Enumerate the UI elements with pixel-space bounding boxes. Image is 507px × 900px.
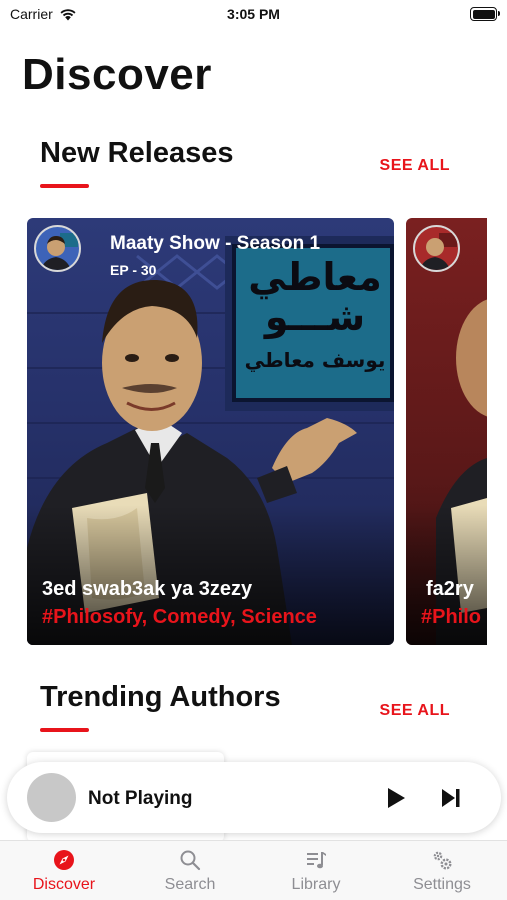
episode-number: EP - 30: [110, 262, 157, 278]
page-title: Discover: [22, 50, 212, 99]
skip-forward-icon[interactable]: [437, 784, 465, 812]
tab-bar: Discover Search Library Settings: [0, 840, 507, 900]
clock: 3:05 PM: [227, 6, 280, 22]
search-icon: [180, 850, 201, 871]
now-playing-artwork: [27, 773, 76, 822]
now-playing-label: Not Playing: [88, 788, 193, 809]
play-icon[interactable]: [381, 784, 409, 812]
sign-line2: شـــو: [264, 295, 366, 339]
tab-label: Search: [164, 876, 216, 893]
tab-search[interactable]: Search: [127, 841, 253, 900]
tab-library[interactable]: Library: [253, 841, 379, 900]
release-card[interactable]: fa2ry #Philo: [406, 218, 487, 645]
status-bar: Carrier 3:05 PM: [0, 0, 507, 30]
compass-icon: [54, 850, 74, 870]
gear-icon: [433, 851, 452, 870]
trending-authors-heading: Trending Authors: [40, 681, 281, 713]
tab-discover[interactable]: Discover: [1, 841, 127, 900]
show-avatar: [413, 225, 460, 272]
tab-label: Library: [291, 876, 341, 893]
section-underline: [40, 184, 89, 188]
show-avatar: [34, 225, 81, 272]
trending-authors-see-all-button[interactable]: SEE ALL: [380, 702, 450, 720]
sign-line3: يوسف معاطي: [244, 348, 386, 372]
sign-line1: معاطي: [248, 255, 382, 299]
mini-player[interactable]: Not Playing: [7, 762, 501, 833]
episode-tags: #Philo: [421, 606, 482, 628]
new-releases-heading: New Releases: [40, 137, 234, 169]
episode-title: 3ed swab3ak ya 3zezy: [42, 578, 253, 600]
new-releases-see-all-button[interactable]: SEE ALL: [380, 157, 450, 175]
tab-label: Settings: [413, 876, 471, 893]
battery-icon: [470, 7, 500, 21]
music-list-icon: [307, 852, 326, 869]
tab-settings[interactable]: Settings: [379, 841, 505, 900]
release-card[interactable]: معاطي شـــو يوسف معاطي Maaty Show - Seas…: [27, 218, 394, 645]
episode-tags: #Philosofy, Comedy, Science: [42, 606, 317, 628]
episode-title: fa2ry: [426, 578, 474, 600]
tab-label: Discover: [32, 876, 96, 893]
section-underline: [40, 728, 89, 732]
show-name: Maaty Show - Season 1: [110, 233, 321, 254]
